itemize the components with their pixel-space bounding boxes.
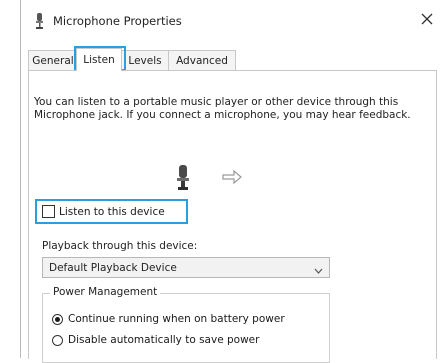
listen-description: You can listen to a portable music playe… [34, 96, 411, 121]
playback-device-dropdown[interactable]: Default Playback Device [42, 257, 330, 278]
radio-continue-running-button[interactable] [52, 313, 63, 325]
tab-advanced[interactable]: Advanced [168, 50, 236, 70]
close-button[interactable] [415, 6, 439, 32]
microphone-icon [33, 12, 47, 30]
radio-continue-running[interactable]: Continue running when on battery power [52, 313, 285, 325]
radio-continue-running-label[interactable]: Continue running when on battery power [68, 313, 285, 325]
radio-disable-automatically-button[interactable] [52, 334, 63, 346]
radio-disable-automatically[interactable]: Disable automatically to save power [52, 334, 259, 346]
title-bar: Microphone Properties [21, 0, 443, 40]
close-icon [421, 13, 433, 25]
radio-disable-automatically-label[interactable]: Disable automatically to save power [68, 334, 259, 346]
window-title: Microphone Properties [53, 14, 182, 28]
tab-listen[interactable]: Listen [76, 48, 122, 71]
power-management-group [42, 293, 330, 363]
playback-label: Playback through this device: [42, 240, 198, 252]
tab-levels[interactable]: Levels [120, 50, 170, 70]
chevron-down-icon [314, 264, 323, 277]
power-management-title: Power Management [50, 286, 161, 298]
window-border [20, 0, 21, 358]
device-icon [174, 164, 192, 195]
arrow-icon [222, 169, 242, 187]
tab-general[interactable]: General [28, 50, 78, 70]
microphone-properties-dialog: Microphone Properties General Listen Lev… [0, 0, 443, 363]
listen-checkbox-highlight [35, 199, 188, 224]
playback-device-value: Default Playback Device [49, 262, 177, 274]
